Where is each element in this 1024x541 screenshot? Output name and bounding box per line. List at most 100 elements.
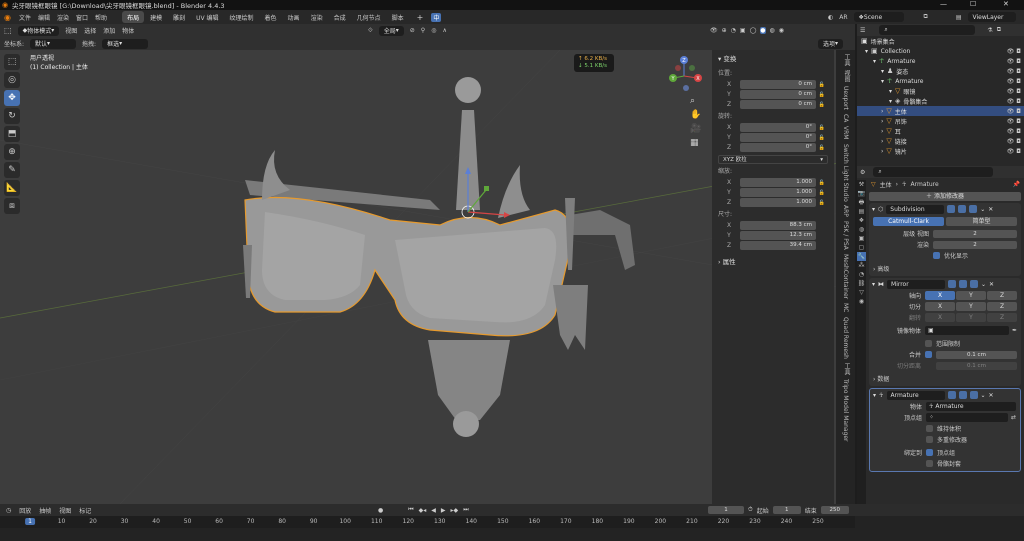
sidebar-tab-5[interactable]: PSK / PSA <box>842 221 849 250</box>
snap-icon[interactable]: ⊘ <box>410 27 415 34</box>
data-tab-icon[interactable]: ▽ <box>857 288 866 297</box>
bone-envelopes-row[interactable]: 骨骼封套 <box>870 458 1020 471</box>
outliner-row[interactable]: ▾ ☥ Armature 👁 ◘ <box>857 76 1024 86</box>
sidebar-tab-8[interactable]: VRM <box>842 126 849 139</box>
outliner-row[interactable]: › ▽ 耳 👁 ◘ <box>857 126 1024 136</box>
viewport-toggle-icon[interactable] <box>958 391 967 399</box>
options-button[interactable]: 选项 ▾ <box>818 38 844 49</box>
workspace-tab-2[interactable]: 雕刻 <box>168 11 190 23</box>
tool-tab-icon[interactable]: ⚒ <box>857 180 866 189</box>
properties-editor-icon[interactable]: ⚙ <box>860 169 865 176</box>
material-tab-icon[interactable]: ◉ <box>857 297 866 306</box>
advanced-subpanel[interactable]: › 高级 <box>869 261 1021 276</box>
workspace-tab-1[interactable]: 建模 <box>145 11 167 23</box>
workspace-tab-4[interactable]: 纹理绘制 <box>225 11 259 23</box>
pan-hand-icon[interactable]: ✋ <box>690 110 701 120</box>
expand-arrow-icon[interactable]: › <box>881 108 883 115</box>
eye-icon[interactable]: 👁 ◘ <box>1007 118 1021 125</box>
expand-arrow-icon[interactable]: ▾ <box>881 68 884 75</box>
record-icon[interactable]: ● <box>378 507 383 514</box>
flip-y-toggle[interactable]: Y <box>956 313 986 322</box>
data-subpanel[interactable]: › 数据 <box>869 371 1021 386</box>
annotate-icon[interactable]: ✎ <box>4 162 20 178</box>
lock-icon[interactable]: 🔓 <box>816 125 828 131</box>
sidebar-tab-11[interactable]: 视图 <box>842 70 851 82</box>
current-frame-field[interactable]: 1 <box>708 506 744 514</box>
scene-collection-row[interactable]: ▣ 场景集合 <box>857 36 1024 46</box>
bisect-z-toggle[interactable]: Z <box>987 302 1017 311</box>
view-layer-selector[interactable]: ViewLayer <box>967 12 1016 22</box>
physics-tab-icon[interactable]: ◔ <box>857 270 866 279</box>
outliner-row[interactable]: ▾ ☥ Armature 👁 ◘ <box>857 56 1024 66</box>
editor-type-icon[interactable]: ⬚ <box>4 26 12 35</box>
mirror-object-field[interactable]: ▣ <box>925 326 1009 335</box>
rotate-icon[interactable]: ↻ <box>4 108 20 124</box>
output-tab-icon[interactable]: 🖶 <box>857 198 866 207</box>
overlay-icon[interactable]: ◔ <box>731 27 736 34</box>
lock-icon[interactable]: 🔓 <box>816 135 828 141</box>
eye-icon[interactable]: 👁 ◘ <box>1007 88 1021 95</box>
shading-wireframe-icon[interactable]: ◯ <box>750 27 757 34</box>
scale-icon[interactable]: ⬒ <box>4 126 20 142</box>
timeline-ruler[interactable]: 1 10 20 30 40 50 60 70 80 90 100 110 120 130 140 150 160… <box>0 516 855 528</box>
view-layer-tab-icon[interactable]: ▤ <box>857 207 866 216</box>
collapse-icon[interactable]: ▾ <box>872 281 875 288</box>
timeline-menu-2[interactable]: 视图 <box>59 506 71 515</box>
add-modifier-button[interactable]: ＋ 添加修改器 <box>869 192 1021 201</box>
rotation-y-field[interactable]: 0° <box>740 133 816 142</box>
dims-x-field[interactable]: 88.3 cm <box>740 221 816 230</box>
new-scene-icon[interactable]: ⧉ <box>924 13 928 21</box>
bisect-distance-field[interactable]: 0.1 cm <box>936 361 1017 370</box>
transform-icon[interactable]: ⊕ <box>4 144 20 160</box>
transform-section[interactable]: ▾ 变换 <box>712 50 834 66</box>
sidebar-tab-3[interactable]: MC <box>842 303 849 312</box>
scale-y-field[interactable]: 1.000 <box>740 188 816 197</box>
xray-icon[interactable]: ▣ <box>740 27 746 34</box>
vertex-groups-checkbox[interactable] <box>926 449 933 456</box>
vertex-group-field[interactable]: ⁘ <box>926 413 1008 422</box>
menu-3[interactable]: 窗口 <box>76 13 88 22</box>
collection-tab-icon[interactable]: ▣ <box>857 234 866 243</box>
minimize-button[interactable]: — <box>940 0 947 8</box>
start-frame-field[interactable]: 1 <box>772 506 801 514</box>
workspace-tab-0[interactable]: 布局 <box>122 11 145 23</box>
eye-icon[interactable]: 👁 ◘ <box>1007 98 1021 105</box>
axis-y-toggle[interactable]: Y <box>956 291 986 300</box>
edit-mode-toggle-icon[interactable] <box>947 391 956 399</box>
move-icon[interactable]: ✥ <box>4 90 20 106</box>
expand-arrow-icon[interactable]: ▾ <box>889 88 892 95</box>
expand-arrow-icon[interactable]: ▾ <box>889 98 892 105</box>
ar-toggle-icon[interactable]: ◐ <box>828 14 833 21</box>
preserve-volume-checkbox[interactable] <box>926 425 933 432</box>
mode-selector[interactable]: ◆ 物体模式 ▾ <box>17 25 60 36</box>
eye-icon[interactable]: 👁 ◘ <box>1007 128 1021 135</box>
sidebar-tab-9[interactable]: CA <box>842 114 849 122</box>
coord-selector[interactable]: 默认 ▾ <box>30 38 77 49</box>
maximize-button[interactable]: ☐ <box>970 0 976 8</box>
object-tab-icon[interactable]: ▢ <box>857 243 866 252</box>
preserve-volume-row[interactable]: 维持体积 <box>870 423 1020 434</box>
outliner-search[interactable]: ⌕ <box>879 25 976 35</box>
mirror-name[interactable]: Mirror <box>887 279 946 289</box>
menu-4[interactable]: 帮助 <box>95 13 107 22</box>
render-toggle-icon[interactable] <box>970 280 979 288</box>
multi-modifier-row[interactable]: 多重修改器 <box>870 434 1020 445</box>
merge-checkbox[interactable] <box>925 351 932 358</box>
flip-x-toggle[interactable]: X <box>925 313 955 322</box>
menu-1[interactable]: 编辑 <box>38 13 50 22</box>
workspace-tab-6[interactable]: 动画 <box>283 11 305 23</box>
edit-mode-toggle-icon[interactable] <box>947 205 956 213</box>
clipping-checkbox[interactable] <box>925 340 932 347</box>
lock-icon[interactable]: 🔓 <box>816 200 828 206</box>
subdivision-name[interactable]: Subdivision <box>886 204 945 214</box>
levels-render-field[interactable]: 2 <box>933 240 1017 249</box>
expand-arrow-icon[interactable]: › <box>881 148 883 155</box>
eye-icon[interactable]: 👁 ◘ <box>1007 108 1021 115</box>
outliner-row[interactable]: ▾ ▽ 眼镜 👁 ◘ <box>857 86 1024 96</box>
world-tab-icon[interactable]: ◍ <box>857 225 866 234</box>
shading-rendered-icon[interactable]: ◉ <box>779 27 784 34</box>
shading-material-icon[interactable]: ◍ <box>770 27 775 34</box>
rotation-mode[interactable]: XYZ 欧拉 ▾ <box>718 155 828 164</box>
viewport-menu-1[interactable]: 选择 <box>84 26 96 35</box>
modifiers-tab-icon[interactable]: 🔧 <box>857 252 866 261</box>
